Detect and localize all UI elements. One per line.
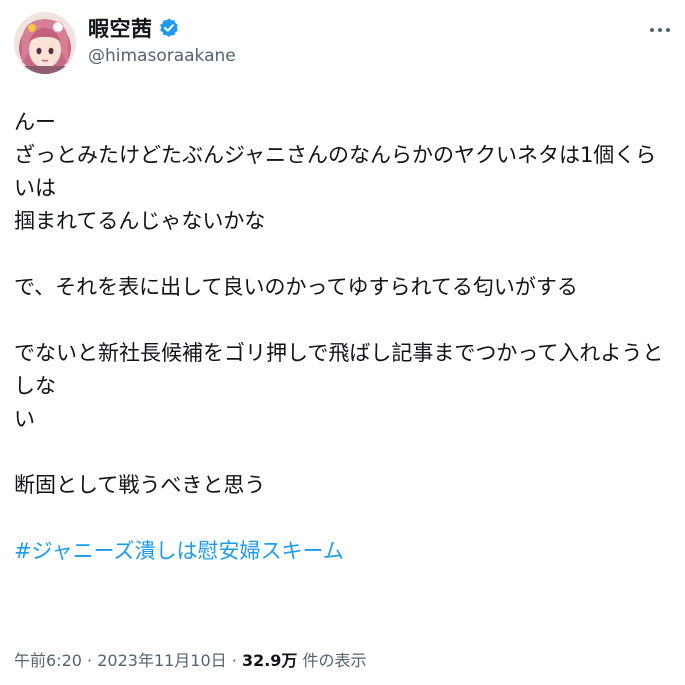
tweet-line: で、それを表に出して良いのかってゆすられてる匂いがする xyxy=(14,275,578,299)
tweet-text: んー ざっとみたけどたぶんジャニさんのなんらかのヤクいネタは1個くらいは 掴まれ… xyxy=(14,106,674,568)
tweet-time[interactable]: 午前6:20 xyxy=(14,651,82,670)
author-name-row: 暇空茜 xyxy=(88,14,236,42)
tweet-line: でないと新社長候補をゴリ押しで飛ばし記事までつかって入れようとしな xyxy=(14,341,664,398)
meta-separator: · xyxy=(87,651,93,670)
tweet-meta: 午前6:20 · 2023年11月10日 · 32.9万 件の表示 xyxy=(14,647,367,671)
tweet-line: 掴まれてるんじゃないかな xyxy=(14,209,266,233)
hashtag-link[interactable]: #ジャニーズ潰しは慰安婦スキーム xyxy=(14,535,674,568)
tweet-date[interactable]: 2023年11月10日 xyxy=(97,651,226,670)
dot-icon xyxy=(666,28,670,32)
meta-separator: · xyxy=(231,651,237,670)
views-count[interactable]: 32.9万 xyxy=(242,651,297,670)
dot-icon xyxy=(650,28,654,32)
anime-avatar-icon[interactable] xyxy=(14,12,76,74)
tweet-line: 断固として戦うべきと思う xyxy=(14,473,266,497)
tweet-line: い xyxy=(14,407,35,431)
dot-icon xyxy=(658,28,662,32)
author-block: 暇空茜 @himasoraakane xyxy=(88,14,236,66)
tweet: 暇空茜 @himasoraakane んー ざっとみたけどたぶんジャニさんのなん… xyxy=(0,0,685,685)
views-label: 件の表示 xyxy=(302,651,367,670)
tweet-header: 暇空茜 @himasoraakane xyxy=(14,12,674,84)
author-display-name[interactable]: 暇空茜 xyxy=(88,13,153,43)
tweet-line: んー xyxy=(14,110,56,134)
author-handle[interactable]: @himasoraakane xyxy=(88,46,236,66)
verified-badge-icon[interactable] xyxy=(158,17,180,39)
tweet-line: ざっとみたけどたぶんジャニさんのなんらかのヤクいネタは1個くらいは xyxy=(14,143,657,200)
more-options-icon[interactable] xyxy=(646,20,674,40)
